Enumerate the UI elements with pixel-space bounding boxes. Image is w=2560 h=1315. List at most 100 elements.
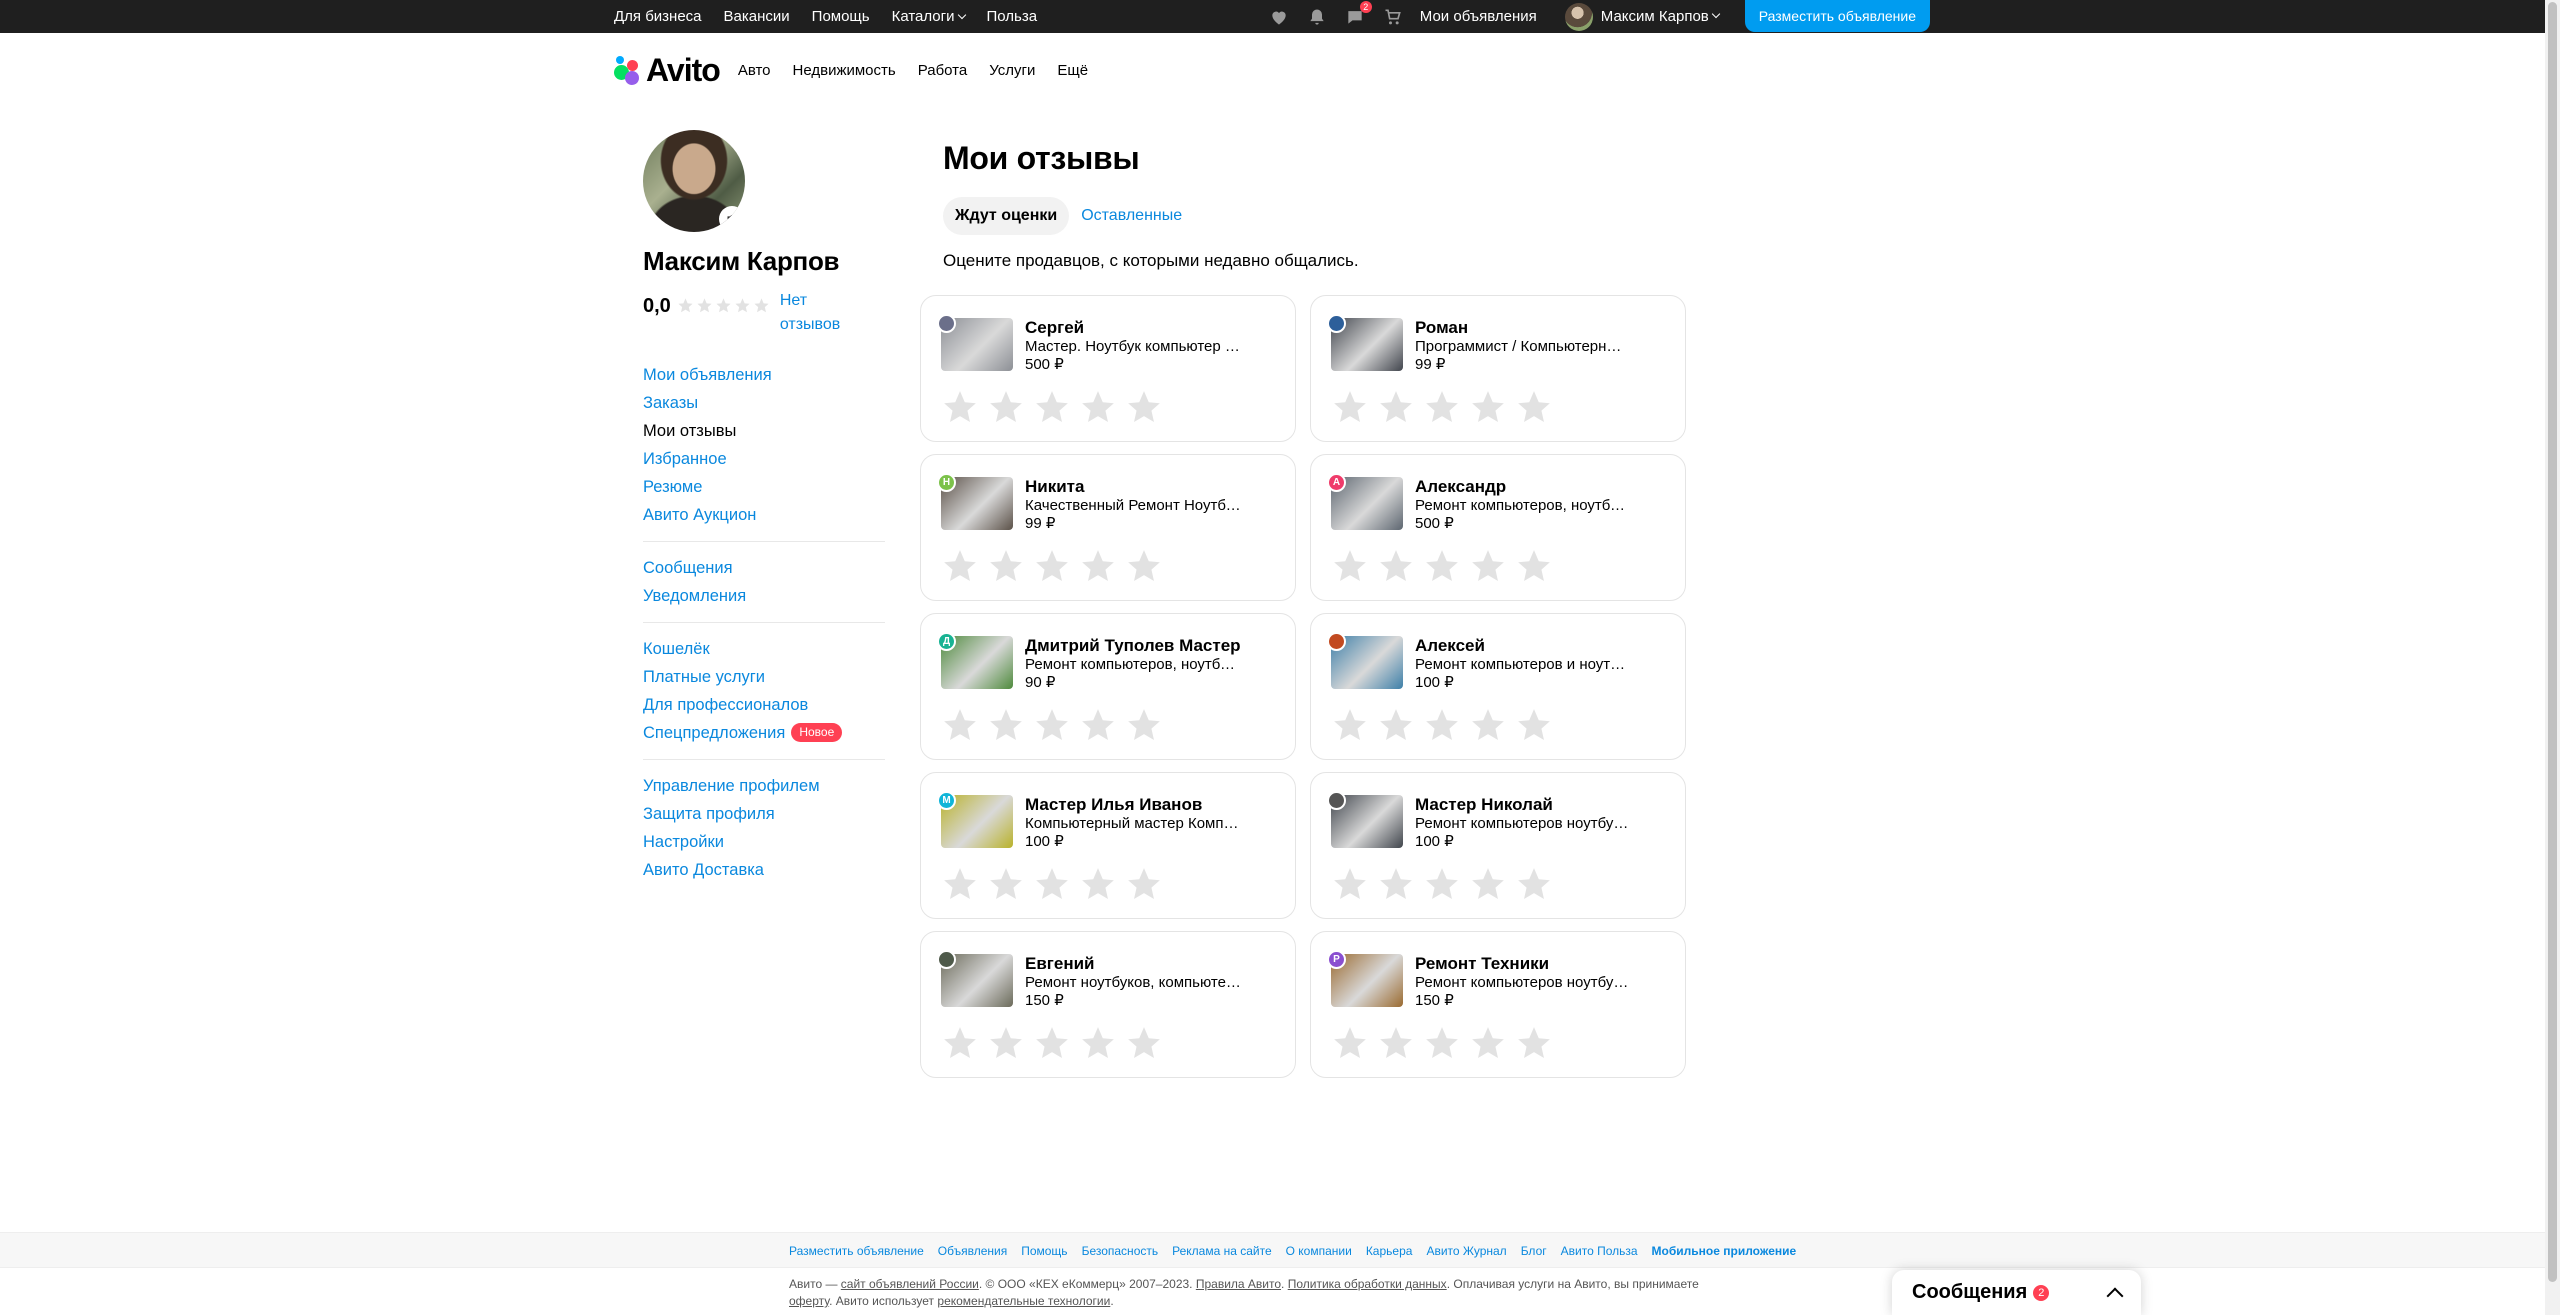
seller-name[interactable]: Дмитрий Туполев Мастер (1025, 636, 1241, 656)
rate-star-icon[interactable] (1033, 547, 1071, 585)
nav-more[interactable]: Ещё (1057, 62, 1088, 79)
rating-input-stars[interactable] (1331, 547, 1665, 585)
rate-star-icon[interactable] (1125, 865, 1163, 903)
rate-star-icon[interactable] (987, 388, 1025, 426)
rate-star-icon[interactable] (1515, 1024, 1553, 1062)
menu-my-reviews[interactable]: Мои отзывы (643, 417, 885, 445)
topbar-link-vacancies[interactable]: Вакансии (724, 8, 790, 25)
rating-input-stars[interactable] (1331, 1024, 1665, 1062)
seller-ad-thumbnail[interactable]: Д (937, 632, 1013, 689)
topbar-my-ads[interactable]: Мои объявления (1420, 8, 1537, 25)
rate-star-icon[interactable] (1469, 865, 1507, 903)
rate-star-icon[interactable] (1079, 547, 1117, 585)
scrollbar-thumb[interactable] (2548, 2, 2557, 1282)
seller-card[interactable]: М Мастер Илья Иванов Компьютерный мастер К… (920, 772, 1296, 919)
rate-star-icon[interactable] (1079, 388, 1117, 426)
seller-ad-thumbnail[interactable]: Н (937, 473, 1013, 530)
rate-star-icon[interactable] (1515, 706, 1553, 744)
rate-star-icon[interactable] (1469, 547, 1507, 585)
seller-name[interactable]: Алексей (1415, 636, 1631, 656)
footer-link[interactable]: Карьера (1366, 1244, 1413, 1258)
rate-star-icon[interactable] (1423, 388, 1461, 426)
rate-star-icon[interactable] (1331, 547, 1369, 585)
rate-star-icon[interactable] (1125, 706, 1163, 744)
seller-ad-thumbnail[interactable]: М (937, 791, 1013, 848)
footer-link[interactable]: Помощь (1021, 1244, 1067, 1258)
menu-profile-management[interactable]: Управление профилем (643, 772, 885, 800)
legal-link-site[interactable]: сайт объявлений России (841, 1277, 979, 1291)
post-ad-button[interactable]: Разместить объявление (1744, 0, 1930, 32)
cart-icon[interactable] (1382, 7, 1404, 27)
seller-ad-thumbnail[interactable] (937, 950, 1013, 1007)
footer-link[interactable]: Авито Польза (1561, 1244, 1638, 1258)
rate-star-icon[interactable] (1423, 1024, 1461, 1062)
menu-orders[interactable]: Заказы (643, 389, 885, 417)
footer-link[interactable]: Разместить объявление (789, 1244, 924, 1258)
menu-profile-protection[interactable]: Защита профиля (643, 800, 885, 828)
rate-star-icon[interactable] (1377, 865, 1415, 903)
nav-services[interactable]: Услуги (989, 62, 1035, 79)
menu-avito-delivery[interactable]: Авито Доставка (643, 856, 885, 884)
rating-input-stars[interactable] (941, 706, 1275, 744)
nav-jobs[interactable]: Работа (918, 62, 968, 79)
rate-star-icon[interactable] (941, 1024, 979, 1062)
rate-star-icon[interactable] (1469, 1024, 1507, 1062)
notifications-bell-icon[interactable] (1306, 7, 1328, 27)
legal-link-recommendations[interactable]: рекомендательные технологии (937, 1294, 1110, 1308)
rate-star-icon[interactable] (1033, 865, 1071, 903)
rate-star-icon[interactable] (1469, 388, 1507, 426)
topbar-link-help[interactable]: Помощь (812, 8, 870, 25)
seller-card[interactable]: Д Дмитрий Туполев Мастер Ремонт компьютеро… (920, 613, 1296, 760)
seller-card[interactable]: Н Никита Качественный Ремонт Ноутбуков 99 ₽ (920, 454, 1296, 601)
rate-star-icon[interactable] (1125, 388, 1163, 426)
rate-star-icon[interactable] (941, 706, 979, 744)
seller-ad-thumbnail[interactable] (1327, 791, 1403, 848)
seller-ad-thumbnail[interactable]: А (1327, 473, 1403, 530)
topbar-link-benefit[interactable]: Польза (987, 8, 1038, 25)
rate-star-icon[interactable] (1033, 706, 1071, 744)
menu-wallet[interactable]: Кошелёк (643, 635, 885, 663)
rate-star-icon[interactable] (1423, 865, 1461, 903)
rating-input-stars[interactable] (941, 388, 1275, 426)
rating-input-stars[interactable] (941, 547, 1275, 585)
rate-star-icon[interactable] (1515, 865, 1553, 903)
seller-ad-thumbnail[interactable] (1327, 314, 1403, 371)
topbar-link-catalogs[interactable]: Каталоги (892, 8, 966, 25)
rate-star-icon[interactable] (941, 388, 979, 426)
seller-card[interactable]: Евгений Ремонт ноутбуков, компьютеров 150 … (920, 931, 1296, 1078)
footer-link[interactable]: Блог (1521, 1244, 1547, 1258)
nav-realty[interactable]: Недвижимость (793, 62, 896, 79)
rate-star-icon[interactable] (1469, 706, 1507, 744)
menu-auction[interactable]: Авито Аукцион (643, 501, 885, 529)
seller-name[interactable]: Никита (1025, 477, 1241, 497)
seller-name[interactable]: Роман (1415, 318, 1631, 338)
tab-awaiting[interactable]: Ждут оценки (943, 197, 1070, 235)
avito-logo[interactable]: Avito (614, 52, 721, 89)
rating-input-stars[interactable] (941, 1024, 1275, 1062)
seller-name[interactable]: Сергей (1025, 318, 1241, 338)
nav-auto[interactable]: Авто (738, 62, 771, 79)
seller-card[interactable]: Р Ремонт Техники Ремонт компьютеров ноутбу… (1310, 931, 1686, 1078)
user-menu[interactable]: Максим Карпов (1564, 2, 1720, 31)
rate-star-icon[interactable] (1079, 865, 1117, 903)
footer-link[interactable]: Реклама на сайте (1172, 1244, 1272, 1258)
page-scrollbar[interactable] (2545, 0, 2560, 1315)
chevron-up-icon[interactable] (2106, 1287, 2124, 1304)
footer-link[interactable]: Объявления (938, 1244, 1007, 1258)
menu-notifications[interactable]: Уведомления (643, 582, 885, 610)
rate-star-icon[interactable] (987, 865, 1025, 903)
rate-star-icon[interactable] (1079, 706, 1117, 744)
rating-input-stars[interactable] (1331, 865, 1665, 903)
rate-star-icon[interactable] (1377, 706, 1415, 744)
menu-paid-services[interactable]: Платные услуги (643, 663, 885, 691)
rate-star-icon[interactable] (987, 547, 1025, 585)
profile-avatar[interactable] (643, 130, 745, 232)
seller-card[interactable]: А Александр Ремонт компьютеров, ноутбуков 5… (1310, 454, 1686, 601)
seller-name[interactable]: Мастер Николай (1415, 795, 1631, 815)
rating-input-stars[interactable] (1331, 388, 1665, 426)
rate-star-icon[interactable] (1377, 388, 1415, 426)
footer-link[interactable]: Безопасность (1082, 1244, 1159, 1258)
rate-star-icon[interactable] (1377, 1024, 1415, 1062)
rate-star-icon[interactable] (941, 547, 979, 585)
footer-link[interactable]: О компании (1286, 1244, 1352, 1258)
